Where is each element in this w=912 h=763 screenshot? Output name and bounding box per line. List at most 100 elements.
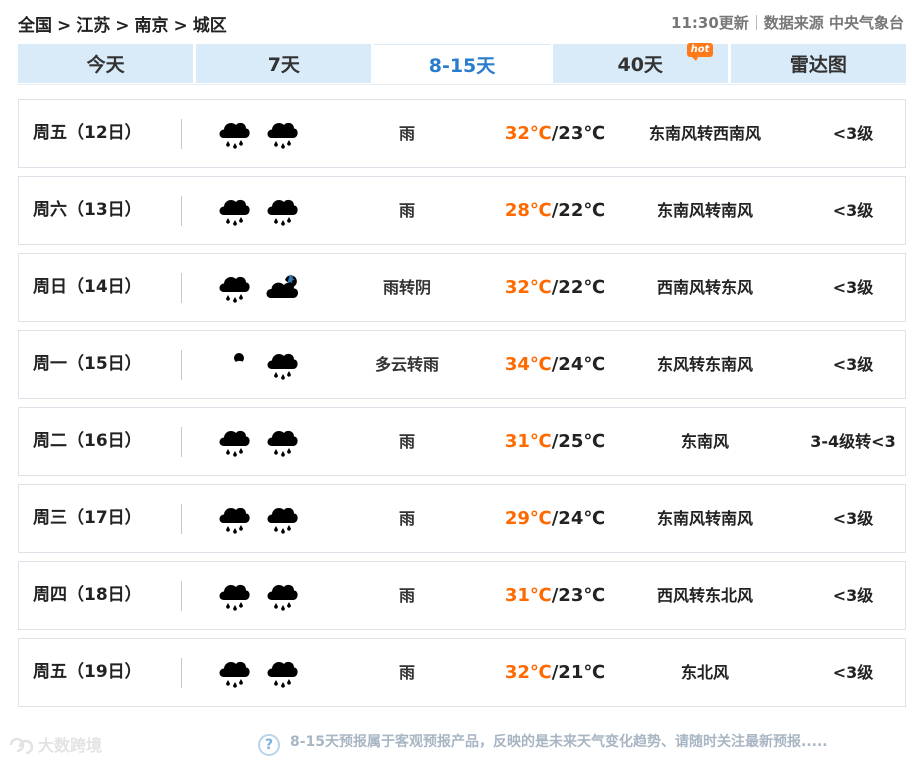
breadcrumb-item-city[interactable]: 南京 xyxy=(135,16,169,36)
row-divider xyxy=(181,658,182,688)
temperature-range: 28℃/22℃ xyxy=(499,177,611,244)
watermark-logo-icon xyxy=(9,737,34,755)
row-divider xyxy=(181,273,182,303)
wind-level: <3级 xyxy=(832,355,874,374)
wind-level: <3级 xyxy=(832,509,874,528)
forecast-row: 周二（16日） 雨 31℃/25℃ 东南风 3-4级转<3 xyxy=(18,407,906,476)
tab-label: 雷达图 xyxy=(789,54,847,76)
breadcrumb: 全国 > 江苏 > 南京 > 城区 xyxy=(18,11,227,36)
forecast-row: 周六（13日） 雨 28℃/22℃ 东南风转南风 <3级 xyxy=(18,176,906,245)
rain-icon xyxy=(263,345,301,383)
weather-description: 雨 xyxy=(398,509,415,528)
data-source: 数据来源 中央气象台 xyxy=(763,14,904,32)
weather-description: 雨 xyxy=(398,201,415,220)
rain-icon xyxy=(215,576,253,614)
wind-direction: 西风转东北风 xyxy=(656,586,753,605)
forecast-tabs: 今天 7天 8-15天 40天 hot 雷达图 xyxy=(18,43,907,83)
wind-direction: 东南风转南风 xyxy=(656,201,753,220)
rain-icon xyxy=(263,114,301,152)
breadcrumb-item-district[interactable]: 城区 xyxy=(193,16,227,36)
temperature-range: 34℃/24℃ xyxy=(499,331,611,398)
row-divider xyxy=(181,196,182,226)
high-temperature: 32℃ xyxy=(504,123,552,144)
breadcrumb-item-country[interactable]: 全国 xyxy=(18,16,52,36)
temperature-range: 32℃/21℃ xyxy=(499,639,611,706)
temperature-range: 31℃/25℃ xyxy=(499,408,611,475)
tab-label: 8-15天 xyxy=(428,54,496,77)
temperature-range: 32℃/22℃ xyxy=(499,254,611,321)
forecast-day: 周五（19日） xyxy=(33,662,142,682)
forecast-row: 周日（14日） 雨转阴 32℃/22℃ 西南风转东风 <3级 xyxy=(18,253,906,322)
tab-7-days[interactable]: 7天 xyxy=(196,44,372,83)
hot-badge: hot xyxy=(686,43,714,61)
low-temperature: /21℃ xyxy=(551,662,606,683)
row-divider xyxy=(181,427,182,457)
breadcrumb-separator: > xyxy=(173,16,188,36)
forecast-row: 周一（15日） 多云转雨 34℃/24℃ 东风转东南风 <3级 xyxy=(18,330,906,399)
tab-today[interactable]: 今天 xyxy=(18,44,194,83)
rain-icon xyxy=(215,653,253,691)
rain-icon xyxy=(215,422,253,460)
row-divider xyxy=(181,119,182,149)
rain-icon xyxy=(263,422,301,460)
high-temperature: 32℃ xyxy=(504,662,552,683)
watermark-text: 大数跨境 xyxy=(38,736,103,755)
forecast-day: 周三（17日） xyxy=(33,508,142,528)
wind-direction: 东北风 xyxy=(680,663,729,682)
footer: 大数跨境 ? 8-15天预报属于客观预报产品，反映的是未来天气变化趋势、请随时关注… xyxy=(0,728,912,758)
wind-direction: 东南风转南风 xyxy=(656,509,753,528)
overcast-icon xyxy=(263,268,301,306)
row-divider xyxy=(181,581,182,611)
low-temperature: /23℃ xyxy=(551,123,606,144)
weather-description: 雨转阴 xyxy=(382,278,431,297)
temperature-range: 32℃/23℃ xyxy=(499,100,611,167)
temperature-range: 29℃/24℃ xyxy=(499,485,611,552)
wind-level: <3级 xyxy=(832,124,874,143)
rain-icon xyxy=(263,499,301,537)
tab-8-15-days[interactable]: 8-15天 xyxy=(374,44,550,83)
high-temperature: 29℃ xyxy=(504,508,552,529)
weather-description: 雨 xyxy=(398,124,415,143)
rain-icon xyxy=(215,499,253,537)
low-temperature: /22℃ xyxy=(551,277,606,298)
wind-direction: 西南风转东风 xyxy=(656,278,753,297)
disclaimer-text: 8-15天预报属于客观预报产品，反映的是未来天气变化趋势、请随时关注最新预报..… xyxy=(290,734,828,750)
forecast-day: 周日（14日） xyxy=(33,277,142,297)
tab-underline xyxy=(18,84,906,85)
breadcrumb-item-province[interactable]: 江苏 xyxy=(76,16,110,36)
rain-icon xyxy=(215,191,253,229)
low-temperature: /25℃ xyxy=(551,431,606,452)
low-temperature: /24℃ xyxy=(551,354,606,375)
meta-divider xyxy=(755,15,757,30)
rain-icon xyxy=(263,653,301,691)
update-time: 11:30更新 xyxy=(671,14,749,32)
weather-description: 雨 xyxy=(398,663,415,682)
tab-radar[interactable]: 雷达图 xyxy=(730,44,907,83)
wind-direction: 东风转东南风 xyxy=(656,355,753,374)
wind-level: <3级 xyxy=(832,278,874,297)
rain-icon xyxy=(215,268,253,306)
wind-level: <3级 xyxy=(832,201,874,220)
breadcrumb-separator: > xyxy=(57,16,72,36)
weather-description: 雨 xyxy=(398,586,415,605)
forecast-row: 周四（18日） 雨 31℃/23℃ 西风转东北风 <3级 xyxy=(18,561,906,630)
forecast-day: 周二（16日） xyxy=(33,431,142,451)
forecast-row: 周五（12日） 雨 32℃/23℃ 东南风转西南风 <3级 xyxy=(18,99,906,168)
weather-description: 多云转雨 xyxy=(374,355,439,374)
help-icon[interactable]: ? xyxy=(258,734,280,756)
tab-label: 40天 xyxy=(617,54,663,76)
low-temperature: /24℃ xyxy=(551,508,606,529)
update-info: 11:30更新 数据来源 中央气象台 xyxy=(671,12,904,33)
forecast-day: 周六（13日） xyxy=(33,200,142,220)
forecast-row: 周三（17日） 雨 29℃/24℃ 东南风转南风 <3级 xyxy=(18,484,906,553)
forecast-day: 周一（15日） xyxy=(33,354,142,374)
partly-cloudy-icon xyxy=(215,345,253,383)
tab-label: 7天 xyxy=(267,54,300,76)
wind-direction: 东南风 xyxy=(680,432,729,451)
low-temperature: /22℃ xyxy=(551,200,606,221)
temperature-range: 31℃/23℃ xyxy=(499,562,611,629)
tab-40-days[interactable]: 40天 hot xyxy=(552,43,728,83)
low-temperature: /23℃ xyxy=(551,585,606,606)
high-temperature: 28℃ xyxy=(504,200,552,221)
breadcrumb-separator: > xyxy=(115,16,130,36)
